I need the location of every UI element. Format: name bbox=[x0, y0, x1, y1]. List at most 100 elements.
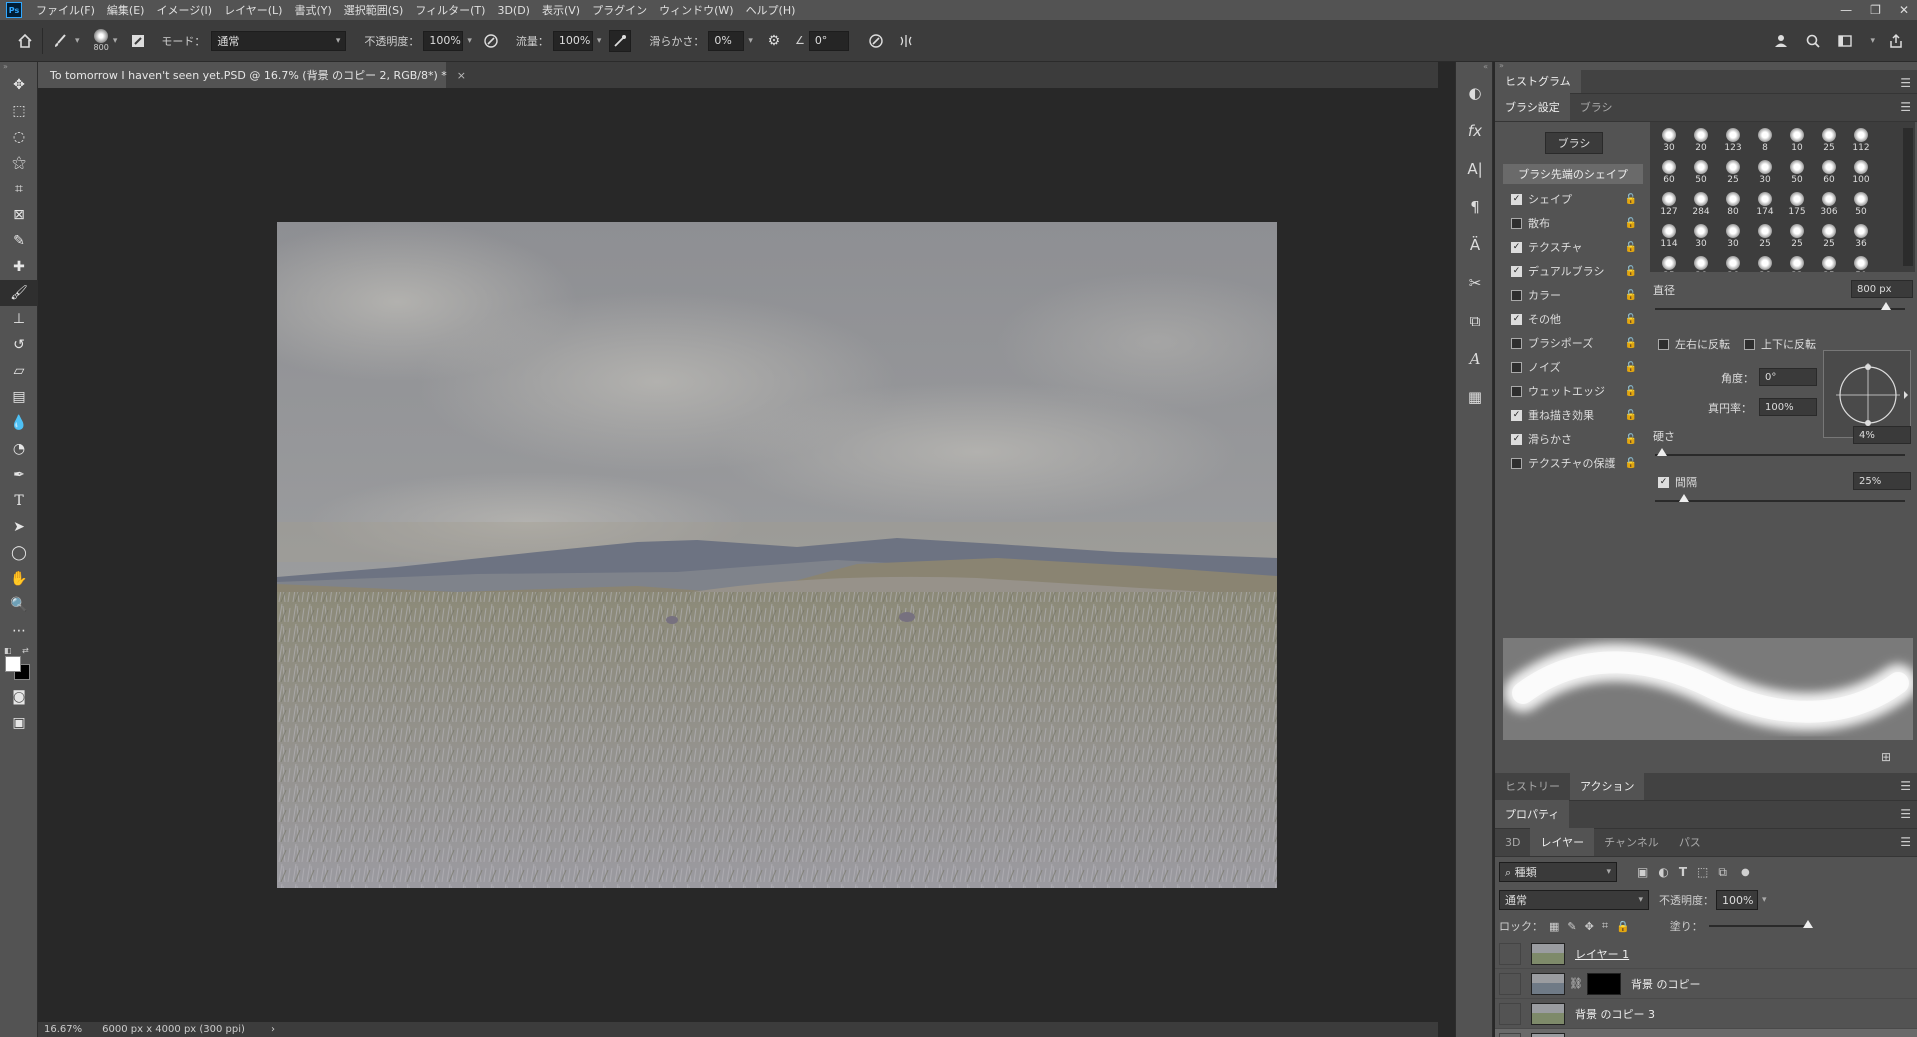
eye-icon[interactable] bbox=[1499, 942, 1521, 965]
roundness-input[interactable]: 100% bbox=[1759, 398, 1817, 416]
tab-actions[interactable]: アクション bbox=[1570, 772, 1645, 800]
fill-slider[interactable] bbox=[1708, 919, 1819, 933]
panel-menu-icon[interactable]: ☰ bbox=[1900, 779, 1911, 793]
lock-position-icon[interactable]: ✥ bbox=[1585, 920, 1594, 933]
user-account-icon[interactable] bbox=[1770, 30, 1792, 52]
layer-row[interactable]: 背景 のコピー 3 bbox=[1495, 999, 1917, 1029]
close-icon[interactable]: ✕ bbox=[1899, 3, 1909, 17]
tab-history[interactable]: ヒストリー bbox=[1495, 772, 1570, 800]
lock-icon[interactable]: 🔓 bbox=[1625, 362, 1637, 373]
brush-preset-picker[interactable]: 800 bbox=[94, 29, 109, 52]
brush-option-checkbox[interactable]: ✓ bbox=[1511, 433, 1522, 445]
brush-preset[interactable]: 50 bbox=[1846, 254, 1876, 272]
brush-preset[interactable]: 175 bbox=[1782, 190, 1812, 220]
move-tool-icon[interactable]: ✥ bbox=[0, 72, 38, 98]
brush-preset[interactable]: 8 bbox=[1750, 126, 1780, 156]
tool-presets-icon[interactable]: ✂ bbox=[1456, 264, 1494, 302]
brush-option-item[interactable]: ✓ 滑らかさ 🔓 bbox=[1503, 428, 1643, 450]
eye-icon[interactable]: 👁 bbox=[1499, 1032, 1521, 1037]
brush-preset[interactable]: 25 bbox=[1814, 126, 1844, 156]
brush-option-checkbox[interactable]: ✓ bbox=[1511, 409, 1522, 421]
path-selection-tool-icon[interactable]: ➤ bbox=[0, 514, 38, 540]
search-icon[interactable] bbox=[1802, 30, 1824, 52]
brush-preset[interactable]: 30 bbox=[1654, 126, 1684, 156]
menu-help[interactable]: ヘルプ(H) bbox=[740, 2, 802, 18]
panel-menu-icon[interactable]: ☰ bbox=[1900, 835, 1911, 849]
brush-preset[interactable]: 36 bbox=[1750, 254, 1780, 272]
more-tools-icon[interactable]: ⋯ bbox=[0, 618, 38, 644]
gear-icon[interactable]: ⚙ bbox=[763, 30, 785, 52]
brush-option-item[interactable]: ✓ テクスチャ 🔓 bbox=[1503, 236, 1643, 258]
brush-preset[interactable]: 20 bbox=[1686, 126, 1716, 156]
screen-mode-icon[interactable]: ▣ bbox=[0, 710, 38, 736]
brush-preset[interactable]: 25 bbox=[1814, 254, 1844, 272]
hardness-slider[interactable] bbox=[1655, 454, 1905, 456]
tab-layers[interactable]: レイヤー bbox=[1530, 828, 1595, 856]
collapse-arrows-icon[interactable]: » bbox=[0, 62, 37, 72]
brush-preset[interactable]: 50 bbox=[1846, 190, 1876, 220]
brush-option-item[interactable]: ブラシポーズ 🔓 bbox=[1503, 332, 1643, 354]
spacing-slider[interactable] bbox=[1655, 500, 1905, 502]
brush-preset[interactable]: 10 bbox=[1782, 126, 1812, 156]
crop-tool-icon[interactable]: ⌗ bbox=[0, 176, 38, 202]
panel-menu-icon[interactable]: ☰ bbox=[1900, 807, 1911, 821]
brush-option-item[interactable]: ウェットエッジ 🔓 bbox=[1503, 380, 1643, 402]
menu-select[interactable]: 選択範囲(S) bbox=[338, 2, 410, 18]
chevron-down-icon[interactable]: ▾ bbox=[1870, 36, 1875, 46]
brush-preset[interactable]: 30 bbox=[1750, 158, 1780, 188]
styles-fx-icon[interactable]: fx bbox=[1456, 112, 1494, 150]
glyphs-icon[interactable]: Ä bbox=[1456, 226, 1494, 264]
layer-thumbnail[interactable] bbox=[1531, 942, 1565, 965]
default-colors-icon[interactable]: ◧ bbox=[4, 646, 12, 655]
smoothing-input[interactable]: 0% bbox=[708, 30, 745, 51]
chevron-down-icon[interactable]: ▾ bbox=[1762, 895, 1767, 905]
close-tab-icon[interactable]: × bbox=[457, 69, 466, 82]
restore-icon[interactable]: ❐ bbox=[1870, 3, 1881, 17]
brush-tip-shape-item[interactable]: ブラシ先端のシェイプ bbox=[1503, 164, 1643, 184]
flip-y-checkbox[interactable] bbox=[1744, 338, 1755, 350]
frame-tool-icon[interactable]: ⊠ bbox=[0, 202, 38, 228]
brush-preset[interactable]: 25 bbox=[1814, 222, 1844, 252]
brush-preset[interactable]: 100 bbox=[1846, 158, 1876, 188]
brush-option-checkbox[interactable] bbox=[1511, 289, 1522, 301]
menu-plugins[interactable]: プラグイン bbox=[586, 2, 653, 18]
brush-option-checkbox[interactable] bbox=[1511, 337, 1522, 349]
brush-option-checkbox[interactable]: ✓ bbox=[1511, 265, 1522, 277]
brush-preset[interactable]: 25 bbox=[1750, 222, 1780, 252]
brush-preset[interactable]: 30 bbox=[1718, 222, 1748, 252]
menu-file[interactable]: ファイル(F) bbox=[30, 2, 101, 18]
lock-icon[interactable]: 🔓 bbox=[1625, 194, 1637, 205]
home-icon[interactable] bbox=[14, 30, 36, 52]
brush-preset[interactable]: 80 bbox=[1718, 190, 1748, 220]
chevron-down-icon[interactable]: ▾ bbox=[113, 36, 118, 46]
chevron-down-icon[interactable]: ▾ bbox=[75, 36, 80, 46]
tab-brush[interactable]: ブラシ bbox=[1570, 93, 1623, 121]
blur-tool-icon[interactable]: 💧 bbox=[0, 410, 38, 436]
brush-preset[interactable]: 112 bbox=[1846, 126, 1876, 156]
brush-angle-input[interactable]: 0° bbox=[808, 30, 849, 51]
brush-panel-toggle-icon[interactable] bbox=[127, 30, 149, 52]
lock-icon[interactable]: 🔓 bbox=[1625, 266, 1637, 277]
brush-preset[interactable]: 60 bbox=[1814, 158, 1844, 188]
brush-preset[interactable]: 25 bbox=[1718, 158, 1748, 188]
eye-icon[interactable] bbox=[1499, 972, 1521, 995]
diameter-slider-knob[interactable] bbox=[1881, 302, 1891, 310]
workspace-icon[interactable] bbox=[1834, 30, 1856, 52]
brush-option-checkbox[interactable]: ✓ bbox=[1511, 193, 1522, 205]
brush-option-item[interactable]: カラー 🔓 bbox=[1503, 284, 1643, 306]
lock-icon[interactable]: 🔓 bbox=[1625, 290, 1637, 301]
adjustments-icon[interactable]: ◐ bbox=[1456, 74, 1494, 112]
foreground-color-swatch[interactable] bbox=[5, 656, 21, 672]
brushes-button[interactable]: ブラシ bbox=[1545, 132, 1603, 154]
lock-transparent-icon[interactable]: ▦ bbox=[1549, 920, 1559, 933]
layer-row[interactable]: レイヤー 1 bbox=[1495, 939, 1917, 969]
tab-histogram[interactable]: ヒストグラム bbox=[1495, 69, 1581, 93]
filter-shape-icon[interactable]: ⬚ bbox=[1697, 865, 1708, 879]
brush-tool-icon[interactable] bbox=[49, 30, 71, 52]
quick-mask-icon[interactable]: ◙ bbox=[0, 684, 38, 710]
filter-adjustment-icon[interactable]: ◐ bbox=[1658, 865, 1668, 879]
character-icon[interactable]: A| bbox=[1456, 150, 1494, 188]
layer-thumbnail[interactable] bbox=[1531, 1032, 1565, 1037]
brush-option-item[interactable]: テクスチャの保護 🔓 bbox=[1503, 452, 1643, 474]
menu-edit[interactable]: 編集(E) bbox=[101, 2, 151, 18]
